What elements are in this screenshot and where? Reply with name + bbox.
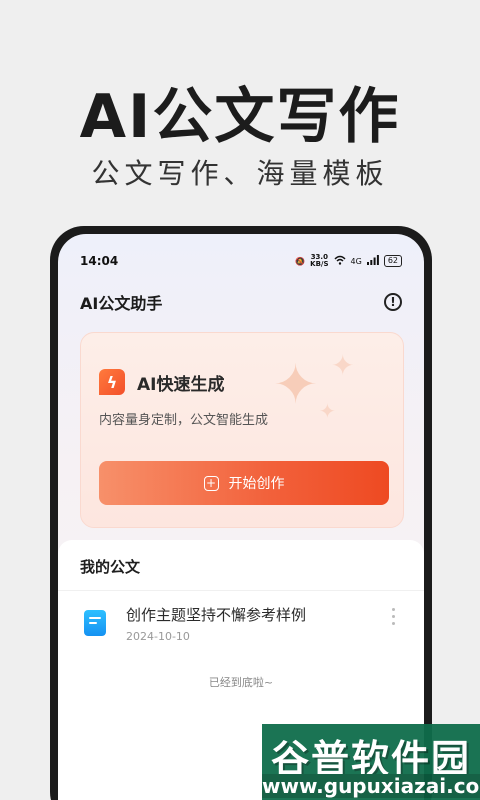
start-create-label: 开始创作 xyxy=(228,476,285,492)
phone-frame: 14:04 🔕 33.0 KB/S 4G 62 AI公文助手 ! ✦ ✦ ✦ ϟ… xyxy=(50,226,432,800)
wifi-icon xyxy=(333,255,346,267)
more-vertical-icon[interactable] xyxy=(390,608,396,625)
plus-square-icon: + xyxy=(203,475,219,491)
sparkle-icon: ✦ xyxy=(273,353,319,416)
watermark-logo: 谷普软件园 www.gupuxiazai.com xyxy=(262,724,480,800)
status-time: 14:04 xyxy=(80,254,119,268)
document-icon xyxy=(84,610,106,636)
hero-title: AI公文写作 xyxy=(79,82,401,152)
watermark-bottom-text: www.gupuxiazai.com xyxy=(262,774,480,798)
status-icons: 🔕 33.0 KB/S 4G 62 xyxy=(295,254,402,268)
hero-subtitle: 公文写作、海量模板 xyxy=(91,157,389,190)
mute-icon: 🔕 xyxy=(295,256,306,266)
net-speed: 33.0 KB/S xyxy=(310,254,328,268)
signal-icon xyxy=(366,255,379,267)
phone-screen: 14:04 🔕 33.0 KB/S 4G 62 AI公文助手 ! ✦ ✦ ✦ ϟ… xyxy=(58,234,424,800)
sparkle-icon: ✦ xyxy=(319,399,336,423)
app-title: AI公文助手 xyxy=(80,294,163,313)
quick-generate-card: ✦ ✦ ✦ ϟ AI快速生成 内容量身定制，公文智能生成 + 开始创作 xyxy=(80,332,404,528)
sparkle-icon: ✦ xyxy=(331,349,355,382)
battery-indicator: 62 xyxy=(383,255,402,267)
net-speed-unit: KB/S xyxy=(310,260,329,268)
lightning-icon: ϟ xyxy=(99,369,125,395)
list-end-text: 已经到底啦~ xyxy=(208,676,274,689)
generate-card-description: 内容量身定制，公文智能生成 xyxy=(99,413,269,428)
status-bar: 14:04 🔕 33.0 KB/S 4G 62 xyxy=(58,252,424,270)
list-item[interactable]: 创作主题坚持不懈参考样例 2024-10-10 xyxy=(58,602,424,652)
document-date: 2024-10-10 xyxy=(126,630,190,643)
info-circle-icon[interactable]: ! xyxy=(384,293,402,311)
generate-card-header: ϟ AI快速生成 xyxy=(99,369,224,395)
start-create-button[interactable]: + 开始创作 xyxy=(99,461,389,505)
app-bar: AI公文助手 ! xyxy=(58,290,424,314)
generate-card-title: AI快速生成 xyxy=(137,374,225,395)
my-documents-title: 我的公文 xyxy=(80,558,141,576)
signal-label: 4G xyxy=(350,256,362,266)
document-name: 创作主题坚持不懈参考样例 xyxy=(126,606,307,624)
divider xyxy=(58,590,424,591)
